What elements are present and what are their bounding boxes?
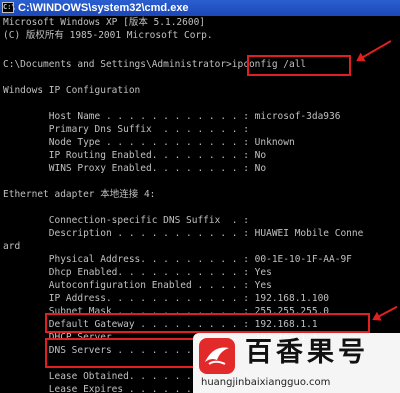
console-line: Description . . . . . . . . . . . : HUAW… — [3, 228, 364, 239]
console-line: Autoconfiguration Enabled . . . . : Yes — [3, 280, 272, 291]
console-line: Microsoft Windows XP [版本 5.1.2600] — [3, 17, 206, 28]
console-line: (C) 版权所有 1985-2001 Microsoft Corp. — [3, 30, 213, 41]
console-line: Windows IP Configuration — [3, 85, 141, 96]
bird-logo-icon — [199, 338, 235, 374]
console-line: IP Routing Enabled. . . . . . . . : No — [3, 150, 267, 161]
console-line: Ethernet adapter 本地连接 4: — [3, 189, 156, 200]
watermark: 百香果号 huangjinbaixiangguo.com — [193, 333, 400, 393]
console-line: Physical Address. . . . . . . . . : 00-1… — [3, 254, 352, 265]
cmd-icon: C:\ — [2, 2, 16, 13]
console-line: Connection-specific DNS Suffix . : — [3, 215, 249, 226]
console-line: IP Address. . . . . . . . . . . . : 192.… — [3, 293, 330, 304]
window-title: C:\WINDOWS\system32\cmd.exe — [18, 2, 189, 14]
console-line: Host Name . . . . . . . . . . . . : micr… — [3, 111, 341, 122]
title-bar[interactable]: C:\ C:\WINDOWS\system32\cmd.exe — [0, 0, 400, 16]
dns-servers-highlight-box — [45, 338, 210, 368]
watermark-brand: 百香果号 — [245, 337, 369, 368]
console-line: Dhcp Enabled. . . . . . . . . . . : Yes — [3, 267, 272, 278]
console-line: Primary Dns Suffix . . . . . . . : — [3, 124, 249, 135]
default-gateway-highlight-box — [45, 313, 370, 333]
console-line: ard — [3, 241, 21, 252]
ipconfig-highlight-box — [247, 55, 351, 76]
watermark-url: huangjinbaixiangguo.com — [201, 377, 331, 388]
console-line: Node Type . . . . . . . . . . . . : Unkn… — [3, 137, 295, 148]
console-line: WINS Proxy Enabled. . . . . . . . : No — [3, 163, 267, 174]
cmd-window: C:\ C:\WINDOWS\system32\cmd.exe Microsof… — [0, 0, 400, 393]
